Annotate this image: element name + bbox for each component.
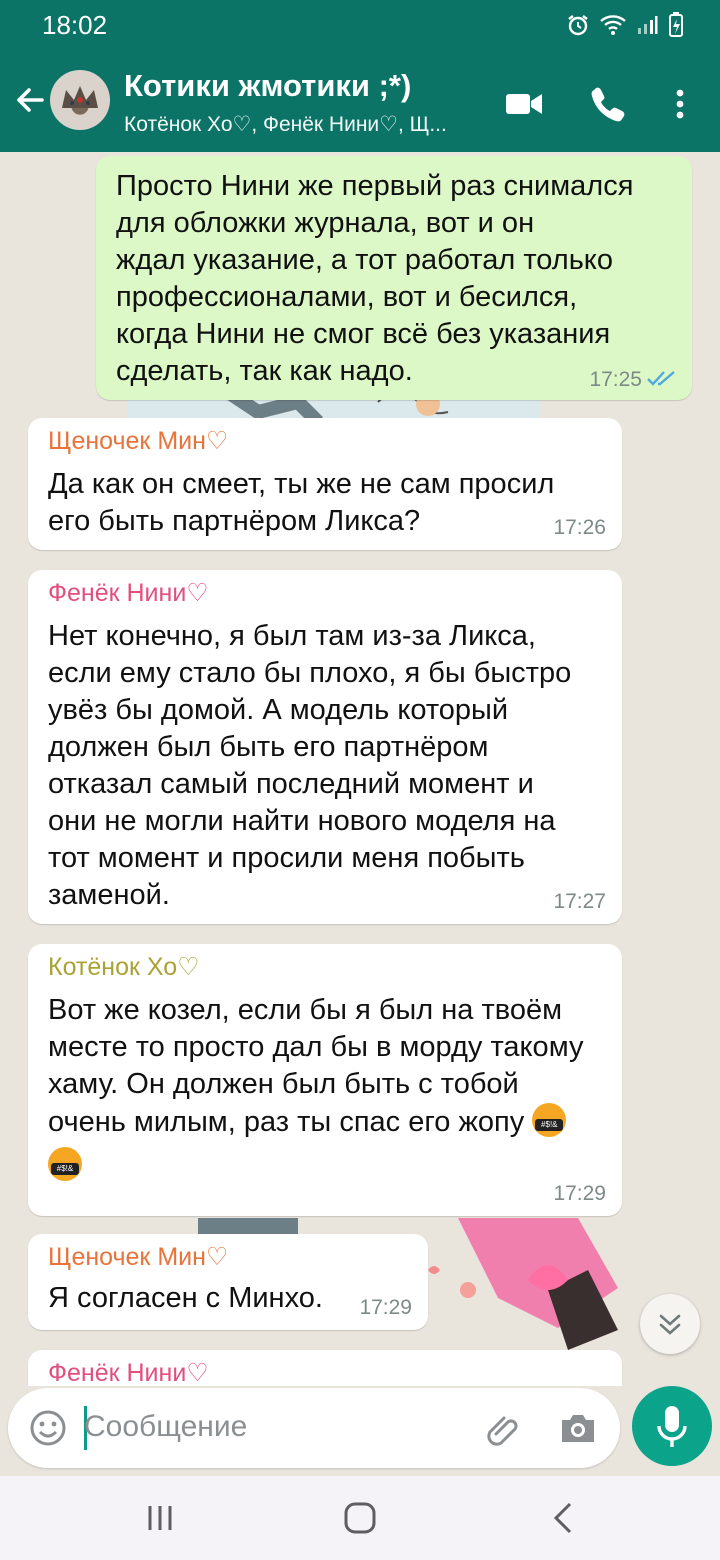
message-incoming[interactable]: Фенёк Нини♡ [28, 1350, 622, 1386]
recents-icon[interactable] [140, 1502, 180, 1534]
message-composer[interactable]: Сообщение [8, 1388, 620, 1468]
message-incoming[interactable]: Котёнок Хо♡ Вот же козел, если бы я был … [28, 944, 622, 1216]
status-icons [566, 12, 684, 38]
message-input[interactable]: Сообщение [84, 1410, 247, 1444]
message-text: Я согласен с Минхо. [48, 1282, 323, 1314]
status-time: 18:02 [42, 10, 108, 40]
message-text: Просто Нини же первый раз снимался для о… [116, 170, 634, 387]
home-icon[interactable] [340, 1500, 380, 1536]
attach-icon[interactable] [482, 1408, 522, 1448]
alarm-icon [568, 15, 588, 36]
message-text: Вот же козел, если бы я был на твоём мес… [48, 992, 583, 1185]
message-list[interactable]: Просто Нини же первый раз снимался для о… [0, 152, 720, 1386]
chat-title[interactable]: Котики жмотики ;*) [124, 68, 411, 104]
sender-name[interactable]: Фенёк Нини♡ [48, 1358, 209, 1386]
scroll-down-button[interactable] [640, 1294, 700, 1354]
message-line: очень милым, раз ты спас его жопу [48, 1106, 525, 1138]
sender-name[interactable]: Щеночек Мин♡ [48, 1242, 228, 1272]
message-time: 17:29 [359, 1296, 412, 1319]
message-time: 17:26 [553, 516, 606, 539]
message-line: месте то просто дал бы в морду такому [48, 1031, 584, 1063]
more-vert-icon[interactable] [658, 82, 702, 126]
sender-name[interactable]: Котёнок Хо♡ [48, 952, 200, 982]
back-nav-icon[interactable] [544, 1500, 584, 1536]
battery-icon [669, 12, 683, 37]
message-line: Вот же козел, если бы я был на твоём [48, 994, 563, 1026]
cursing-face-emoji-icon [48, 1147, 82, 1181]
group-avatar[interactable] [50, 70, 110, 130]
signal-icon [638, 16, 658, 34]
video-call-icon[interactable] [502, 82, 546, 126]
back-arrow-icon[interactable] [12, 82, 48, 118]
emoji-icon[interactable] [28, 1408, 68, 1448]
sender-name[interactable]: Фенёк Нини♡ [48, 578, 209, 608]
scroll-down-icon [659, 1314, 681, 1335]
message-time: 17:29 [553, 1182, 606, 1205]
message-text: Нет конечно, я был там из-за Ликса, если… [48, 620, 572, 911]
mic-button[interactable] [632, 1386, 712, 1466]
message-incoming[interactable]: Щеночек Мин♡ Да как он смеет, ты же не с… [28, 418, 622, 550]
message-incoming[interactable]: Фенёк Нини♡ Нет конечно, я был там из-за… [28, 570, 622, 924]
status-bar: 18:02 [0, 0, 720, 52]
sender-name[interactable]: Щеночек Мин♡ [48, 426, 228, 456]
cursing-face-emoji-icon [532, 1103, 567, 1137]
message-time: 17:27 [553, 890, 606, 913]
double-check-icon [647, 371, 675, 386]
message-incoming[interactable]: Щеночек Мин♡ Я согласен с Минхо. 17:29 [28, 1234, 428, 1330]
chat-header: Котики жмотики ;*) Котёнок Хо♡, Фенёк Ни… [0, 52, 720, 152]
camera-icon[interactable] [556, 1408, 600, 1448]
wifi-icon [600, 15, 626, 35]
system-navigation-bar [0, 1476, 720, 1560]
chat-participants[interactable]: Котёнок Хо♡, Фенёк Нини♡, Щ... [124, 112, 447, 137]
crown-image [62, 86, 98, 108]
message-time: 17:25 [589, 368, 642, 391]
message-outgoing[interactable]: Просто Нини же первый раз снимался для о… [96, 156, 692, 400]
phone-icon[interactable] [586, 82, 630, 126]
message-line: хаму. Он должен был быть с тобой [48, 1068, 519, 1100]
message-text: Да как он смеет, ты же не сам просил его… [48, 468, 555, 537]
mic-icon [657, 1406, 687, 1447]
